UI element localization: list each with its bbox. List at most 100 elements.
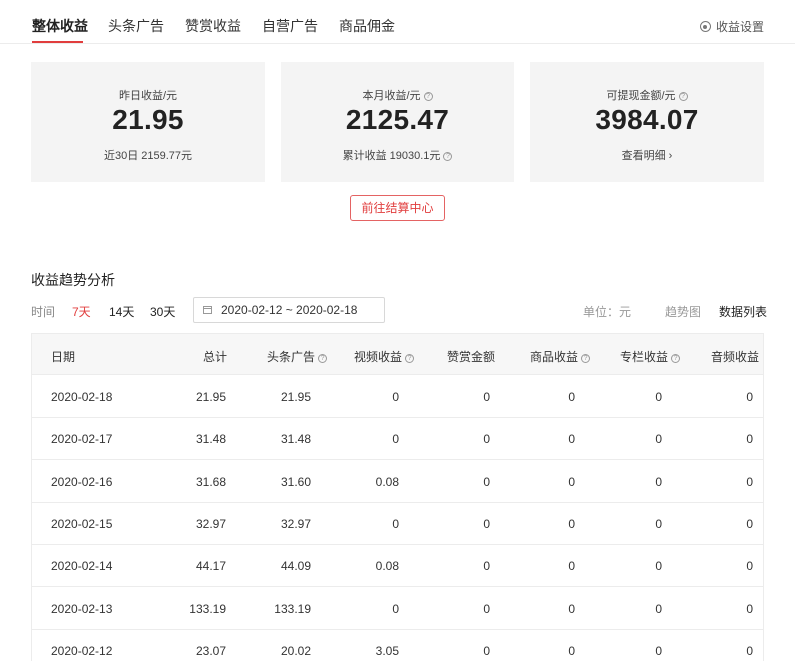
help-icon[interactable]: ?: [581, 354, 591, 363]
yesterday-revenue-card: 昨日收益/元 21.95 近30日 2159.77元: [31, 62, 265, 182]
cell-value: 3.05: [375, 643, 399, 658]
cell-value: 0: [655, 474, 662, 489]
tab-product-commission[interactable]: 商品佣金: [339, 16, 395, 36]
range-30-days[interactable]: 30天: [150, 303, 175, 320]
cell-value: 21.95: [195, 390, 226, 404]
card-label: 昨日收益/元: [118, 90, 178, 102]
cell-value: 0: [746, 516, 753, 531]
cell-value: 31.48: [195, 432, 226, 447]
cell-value: 0: [568, 643, 575, 658]
settings-label: 收益设置: [715, 20, 764, 34]
help-icon[interactable]: ?: [405, 354, 415, 363]
help-icon[interactable]: ?: [678, 92, 688, 101]
card-value: 2125.47: [345, 104, 450, 135]
card-sub: 累计收益 19030.1元: [342, 150, 441, 162]
cell-value: 21.95: [280, 390, 311, 404]
month-revenue-card: 本月收益/元? 2125.47 累计收益 19030.1元?: [281, 62, 514, 182]
col-video-label: 视频收益: [354, 350, 403, 364]
cell-value: 0: [568, 432, 575, 447]
cell-value: 0.08: [375, 559, 399, 574]
cell-value: 0: [483, 601, 490, 616]
view-chart-toggle[interactable]: 趋势图: [665, 303, 701, 320]
table-row: 2020-02-18 21.95 21.95 0 0 0 0 0: [32, 375, 763, 418]
cell-value: 0: [392, 516, 399, 531]
card-sub: 近30日 2159.77元: [103, 150, 193, 162]
cell-value: 0: [483, 559, 490, 574]
table-row: 2020-02-15 32.97 32.97 0 0 0 0 0: [32, 502, 763, 545]
cell-value: 31.68: [195, 474, 226, 489]
section-title: 收益趋势分析: [31, 272, 115, 288]
cell-value: 0: [655, 390, 662, 404]
cell-value: 32.97: [280, 516, 311, 531]
cell-value: 0: [483, 643, 490, 658]
calendar-icon: [203, 306, 212, 314]
cell-value: 0: [483, 516, 490, 531]
cell-value: 0: [483, 432, 490, 447]
help-icon[interactable]: ?: [423, 92, 433, 101]
card-label: 可提现金额/元: [606, 90, 676, 102]
cell-value: 0: [746, 474, 753, 489]
cell-value: 44.09: [280, 559, 311, 574]
cell-value: 0: [655, 601, 662, 616]
cell-value: 0: [483, 390, 490, 404]
cell-value: 0: [655, 643, 662, 658]
cell-value: 0: [746, 559, 753, 574]
gear-icon: [699, 21, 711, 32]
cell-value: 133.19: [189, 601, 226, 616]
cell-value: 0: [392, 390, 399, 404]
table-header: 日期 总计 头条广告? 视频收益? 赞赏金额 商品收益? 专栏收益? 音频收益: [32, 334, 763, 375]
table-row: 2020-02-14 44.17 44.09 0.08 0 0 0 0: [32, 544, 763, 588]
col-product-label: 商品收益: [530, 350, 579, 364]
unit-label: 单位：元: [583, 305, 632, 319]
cell-value: 23.07: [195, 643, 226, 658]
cell-value: 0: [568, 559, 575, 574]
cell-value: 0: [655, 559, 662, 574]
cell-value: 44.17: [195, 559, 226, 574]
range-7-days[interactable]: 7天: [72, 303, 91, 320]
table-row: 2020-02-16 31.68 31.60 0.08 0 0 0 0: [32, 460, 763, 503]
view-table-toggle[interactable]: 数据列表: [719, 303, 767, 320]
cell-date: 2020-02-14: [51, 559, 113, 574]
tab-self-ads[interactable]: 自营广告: [262, 16, 318, 36]
tab-toutiao-ads[interactable]: 头条广告: [108, 16, 164, 36]
view-details-link[interactable]: 查看明细 ›: [530, 147, 764, 163]
cell-value: 0: [746, 643, 753, 658]
help-icon[interactable]: ?: [443, 152, 453, 161]
cell-value: 0: [568, 474, 575, 489]
help-icon[interactable]: ?: [318, 354, 328, 363]
cell-value: 32.97: [195, 516, 226, 531]
range-14-days[interactable]: 14天: [109, 303, 134, 320]
col-toutiao-ads-label: 头条广告: [267, 350, 316, 364]
settlement-center-button[interactable]: 前往结算中心: [350, 195, 445, 221]
table-row: 2020-02-12 23.07 20.02 3.05 0 0 0 0: [32, 629, 763, 661]
col-audio: 音频收益: [711, 350, 760, 364]
cell-value: 0: [483, 474, 490, 489]
col-video: 视频收益?: [354, 348, 415, 365]
revenue-table: 日期 总计 头条广告? 视频收益? 赞赏金额 商品收益? 专栏收益? 音频收益 …: [31, 333, 764, 661]
card-label-row: 本月收益/元?: [281, 87, 514, 103]
revenue-settings-link[interactable]: 收益设置: [699, 18, 764, 35]
cell-date: 2020-02-12: [51, 643, 113, 658]
cell-value: 133.19: [274, 601, 311, 616]
date-range-text: 2020-02-12 ~ 2020-02-18: [221, 303, 358, 317]
table-row: 2020-02-17 31.48 31.48 0 0 0 0 0: [32, 417, 763, 461]
cell-value: 0: [568, 390, 575, 404]
col-column: 专栏收益?: [620, 348, 681, 365]
card-sub-row: 累计收益 19030.1元?: [281, 147, 514, 163]
card-label-row: 可提现金额/元?: [530, 87, 764, 103]
card-value: 3984.07: [595, 104, 699, 135]
cell-value: 0: [746, 601, 753, 616]
cell-value: 31.60: [280, 474, 311, 489]
cell-value: 0: [392, 432, 399, 447]
cell-value: 31.48: [280, 432, 311, 447]
revenue-tabs: 整体收益 头条广告 赞赏收益 自营广告 商品佣金 收益设置: [0, 0, 795, 44]
tab-overall-revenue[interactable]: 整体收益: [32, 16, 88, 36]
card-label: 本月收益/元: [362, 90, 421, 102]
withdrawable-card: 可提现金额/元? 3984.07 查看明细 ›: [530, 62, 764, 182]
col-toutiao-ads: 头条广告?: [267, 348, 328, 365]
date-range-picker[interactable]: 2020-02-12 ~ 2020-02-18: [193, 297, 385, 323]
help-icon[interactable]: ?: [671, 354, 681, 363]
tab-tips-revenue[interactable]: 赞赏收益: [185, 16, 241, 36]
active-tab-indicator: [32, 41, 83, 43]
cell-value: 0: [568, 516, 575, 531]
